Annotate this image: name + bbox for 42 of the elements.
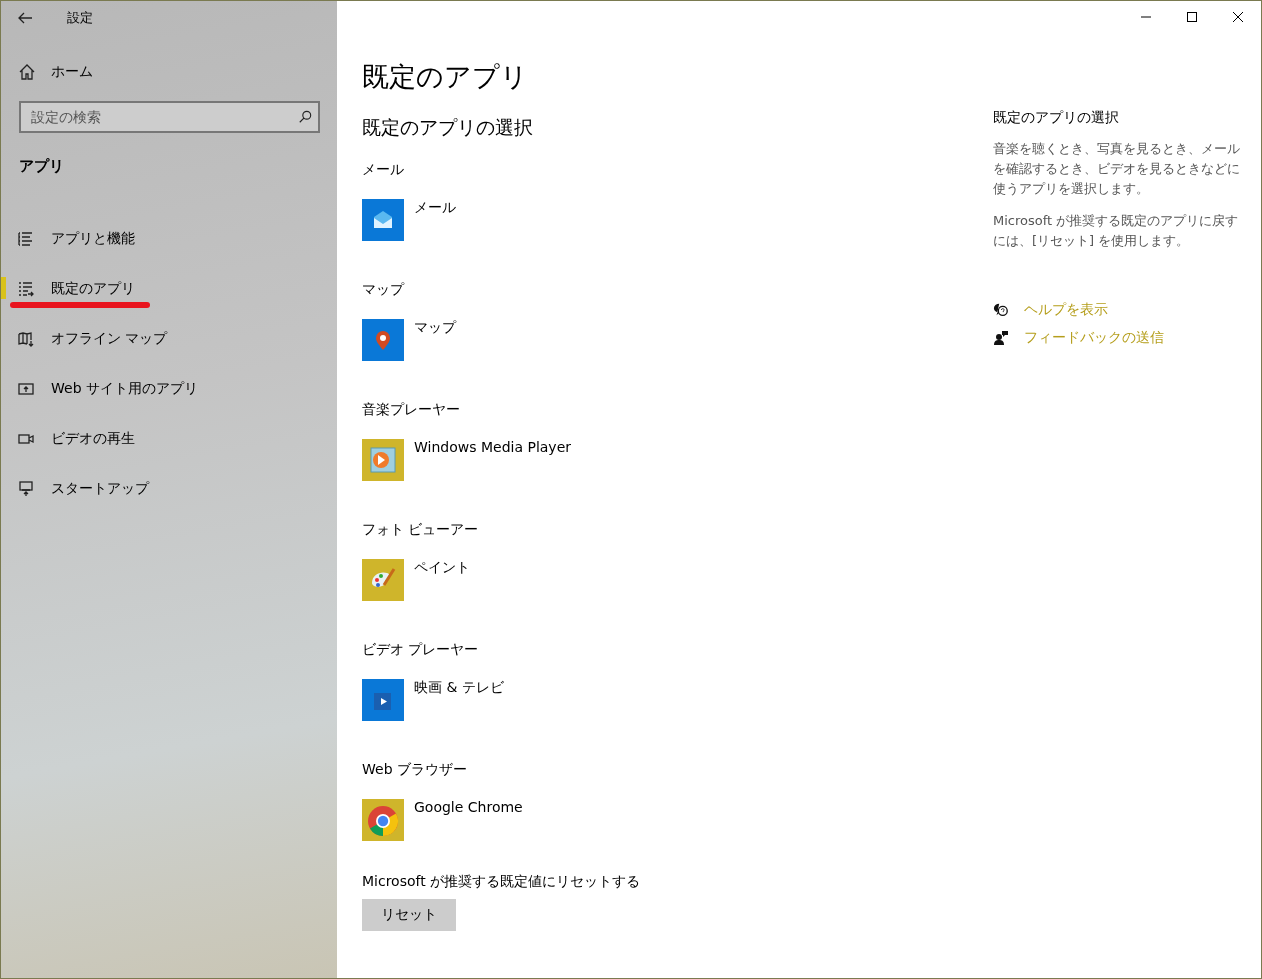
category-heading: フォト ビューアー	[362, 521, 480, 539]
default-app-button[interactable]: 映画 & テレビ	[362, 679, 504, 723]
sidebar-item[interactable]: アプリと機能	[1, 214, 337, 264]
category-heading: マップ	[362, 281, 406, 299]
section-title: 既定のアプリの選択	[362, 115, 534, 140]
sidebar-item[interactable]: オフライン マップ	[1, 314, 337, 364]
home-link[interactable]: ホーム	[19, 63, 337, 81]
back-arrow-icon[interactable]	[17, 11, 33, 25]
close-icon[interactable]	[1232, 11, 1244, 23]
window-title: 設定	[67, 9, 93, 27]
default-app-button[interactable]: マップ	[362, 319, 456, 363]
description-text: 音楽を聴くとき、写真を見るとき、メールを確認するとき、ビデオを見るときなどに使うアプリを選択します。	[993, 140, 1241, 198]
reset-label: Microsoft が推奨する既定値にリセットする	[362, 873, 642, 891]
monitor-icon	[18, 481, 34, 497]
list-arrow-icon	[18, 281, 34, 297]
search-field[interactable]: 設定の検索	[19, 101, 320, 133]
window-upload-icon	[18, 381, 34, 397]
default-app-button[interactable]: Windows Media Player	[362, 439, 571, 483]
home-icon	[19, 64, 35, 80]
description-text: Microsoft が推奨する既定のアプリに戻すには、[リセット] を使用します。	[993, 212, 1240, 250]
list-icon	[18, 231, 34, 247]
category-heading: 音楽プレーヤー	[362, 401, 461, 419]
search-icon	[298, 110, 312, 124]
person-message-icon	[993, 330, 1009, 346]
category-heading: Web ブラウザー	[362, 761, 468, 779]
maximize-icon[interactable]	[1186, 11, 1198, 23]
page-title: 既定のアプリ	[362, 60, 529, 94]
sidebar-item[interactable]: 既定のアプリ	[1, 264, 337, 314]
category-heading: ビデオ プレーヤー	[362, 641, 480, 659]
chat-question-icon	[993, 302, 1009, 318]
section-heading: アプリ	[19, 157, 65, 176]
camera-icon	[18, 431, 34, 447]
aside-title: 既定のアプリの選択	[993, 109, 1120, 127]
default-app-button[interactable]: ペイント	[362, 559, 470, 603]
sidebar-item[interactable]: ビデオの再生	[1, 414, 337, 464]
sidebar-item[interactable]: Web サイト用のアプリ	[1, 364, 337, 414]
reset-button[interactable]: リセット	[362, 899, 456, 931]
default-app-button[interactable]: メール	[362, 199, 456, 243]
map-download-icon	[18, 331, 34, 347]
category-heading: メール	[362, 161, 405, 179]
sidebar-item[interactable]: スタートアップ	[1, 464, 337, 514]
default-app-button[interactable]: Google Chrome	[362, 799, 523, 843]
